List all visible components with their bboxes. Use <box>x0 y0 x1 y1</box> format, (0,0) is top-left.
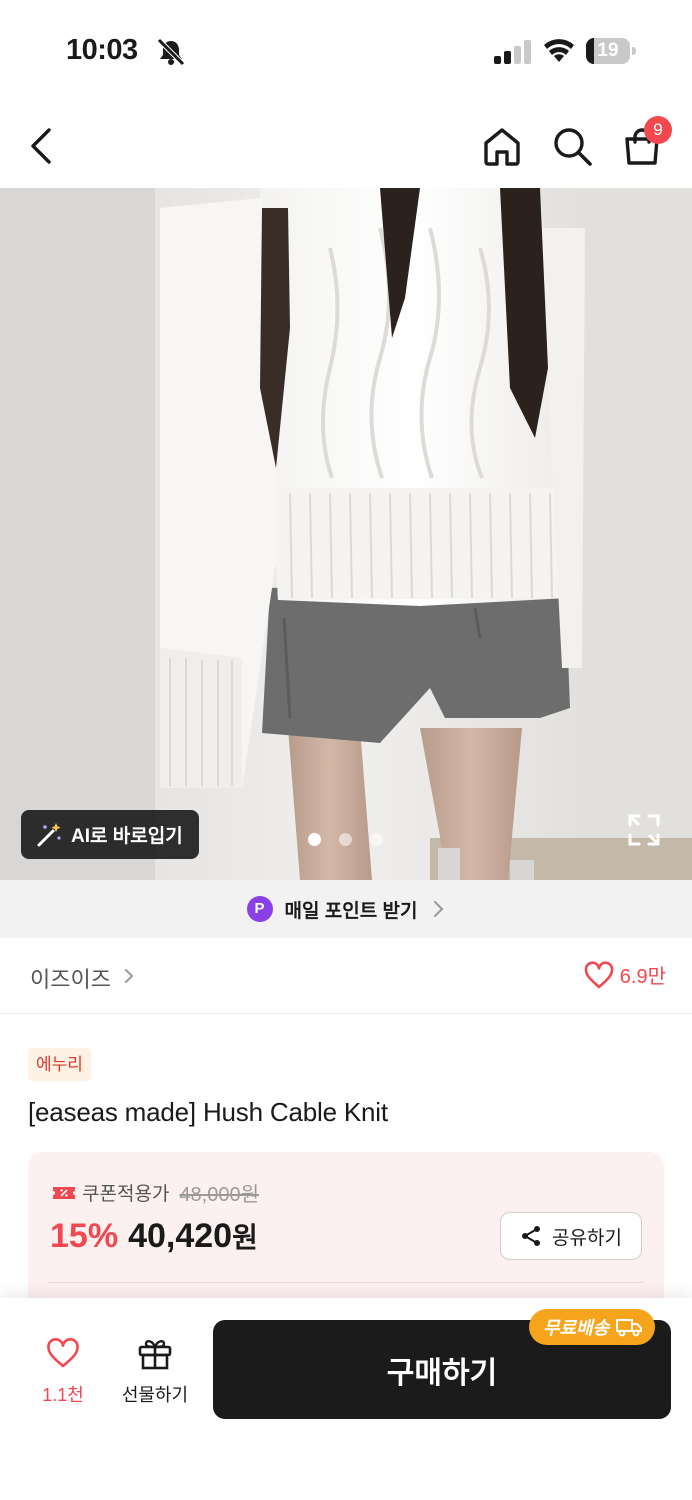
home-button[interactable] <box>478 122 526 170</box>
brand-like-button[interactable]: 6.9만 <box>584 960 666 989</box>
back-button[interactable] <box>18 122 66 170</box>
ai-try-on-button[interactable]: AI로 바로입기 <box>21 810 199 859</box>
search-button[interactable] <box>548 122 596 170</box>
status-bar: 10:03 19 <box>0 0 692 100</box>
currency-unit: 원 <box>232 1222 258 1253</box>
cart-button[interactable]: 9 <box>618 116 672 170</box>
magic-wand-icon <box>37 822 61 846</box>
free-shipping-label: 무료배송 <box>543 1318 610 1338</box>
share-label: 공유하기 <box>552 1227 622 1249</box>
coupon-label: 쿠폰적용가 <box>82 1184 170 1205</box>
divider <box>48 1282 644 1283</box>
app-header: 9 <box>0 100 692 188</box>
free-shipping-badge: 무료배송 <box>529 1309 656 1345</box>
product-photo <box>0 188 692 880</box>
price-box: 쿠폰적용가 48,000원 15% 40,420 원 공유하기 <box>28 1152 664 1322</box>
coupon-price-line: 쿠폰적용가 48,000원 <box>52 1178 259 1207</box>
bottom-action-bar: 1.1천 선물하기 구매하기 무료배송 <box>0 1298 692 1500</box>
expand-icon[interactable] <box>626 812 662 848</box>
wishlist-button[interactable]: 1.1천 <box>30 1338 96 1410</box>
wifi-icon <box>544 39 574 62</box>
coupon-icon <box>53 1186 75 1199</box>
promo-tag-badge: 에누리 <box>28 1048 91 1081</box>
heart-icon <box>584 960 614 988</box>
points-badge: P <box>246 896 273 922</box>
ai-try-on-label: AI로 바로입기 <box>71 826 183 847</box>
gift-icon <box>138 1339 172 1370</box>
home-icon <box>484 128 520 166</box>
carousel-dot[interactable] <box>339 833 352 846</box>
truck-icon <box>616 1319 643 1337</box>
daily-points-banner[interactable]: P 매일 포인트 받기 <box>0 880 692 938</box>
gift-label: 선물하기 <box>121 1385 189 1405</box>
discount-rate: 15% <box>50 1217 119 1255</box>
product-title: [easeas made] Hush Cable Knit <box>28 1097 388 1127</box>
carousel-dot[interactable] <box>308 833 321 846</box>
heart-icon <box>47 1338 79 1368</box>
battery-level: 19 <box>597 40 619 61</box>
points-label: 매일 포인트 받기 <box>284 900 418 922</box>
wishlist-count: 1.1천 <box>42 1385 84 1405</box>
buy-label: 구매하기 <box>386 1356 498 1390</box>
brand-name-link[interactable]: 이즈이즈 <box>30 962 111 994</box>
carousel-indicator <box>308 833 383 846</box>
sale-price-line: 15% 40,420 원 <box>50 1216 258 1256</box>
back-icon <box>31 128 51 164</box>
original-price: 48,000원 <box>179 1184 259 1206</box>
share-icon <box>522 1226 541 1246</box>
brand-like-count: 6.9만 <box>619 966 666 988</box>
gift-button[interactable]: 선물하기 <box>114 1336 196 1410</box>
share-button[interactable]: 공유하기 <box>500 1212 642 1260</box>
chevron-right-icon <box>434 901 444 917</box>
status-time: 10:03 <box>66 34 138 66</box>
carousel-dot[interactable] <box>370 833 383 846</box>
brand-row: 이즈이즈 6.9만 <box>0 938 692 1014</box>
sale-price: 40,420 <box>128 1217 233 1255</box>
cart-count-badge: 9 <box>644 116 672 144</box>
signal-icon <box>494 40 531 64</box>
product-image-carousel[interactable]: AI로 바로입기 <box>0 188 692 880</box>
battery-icon: 19 <box>586 38 636 64</box>
search-icon <box>554 128 592 166</box>
bell-slash-icon <box>157 38 185 66</box>
chevron-right-icon <box>125 969 134 983</box>
